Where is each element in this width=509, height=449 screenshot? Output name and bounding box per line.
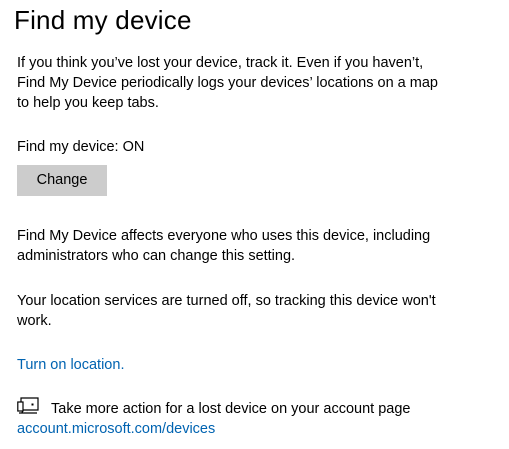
affects-description: Find My Device affects everyone who uses… — [17, 226, 497, 266]
location-warning-line: work. — [17, 313, 52, 329]
change-button[interactable]: Change — [17, 165, 107, 196]
find-my-device-status: Find my device: ON — [17, 139, 145, 155]
more-action-text: Take more action for a lost device on yo… — [51, 401, 411, 417]
account-devices-link[interactable]: account.microsoft.com/devices — [17, 419, 215, 439]
affects-line: Find My Device affects everyone who uses… — [17, 228, 431, 244]
affects-line: administrators who can change this setti… — [17, 248, 296, 264]
intro-line: to help you keep tabs. — [17, 95, 159, 111]
intro-description: If you think you’ve lost your device, tr… — [17, 53, 497, 113]
page-title: Find my device — [14, 5, 192, 35]
intro-line: Find My Device periodically logs your de… — [17, 75, 438, 91]
location-warning: Your location services are turned off, s… — [17, 291, 497, 331]
find-my-device-page: Find my device If you think you’ve lost … — [0, 0, 509, 449]
turn-on-location-link[interactable]: Turn on location. — [17, 355, 124, 375]
location-warning-line: Your location services are turned off, s… — [17, 293, 436, 309]
intro-line: If you think you’ve lost your device, tr… — [17, 55, 424, 71]
device-find-icon — [17, 397, 39, 414]
